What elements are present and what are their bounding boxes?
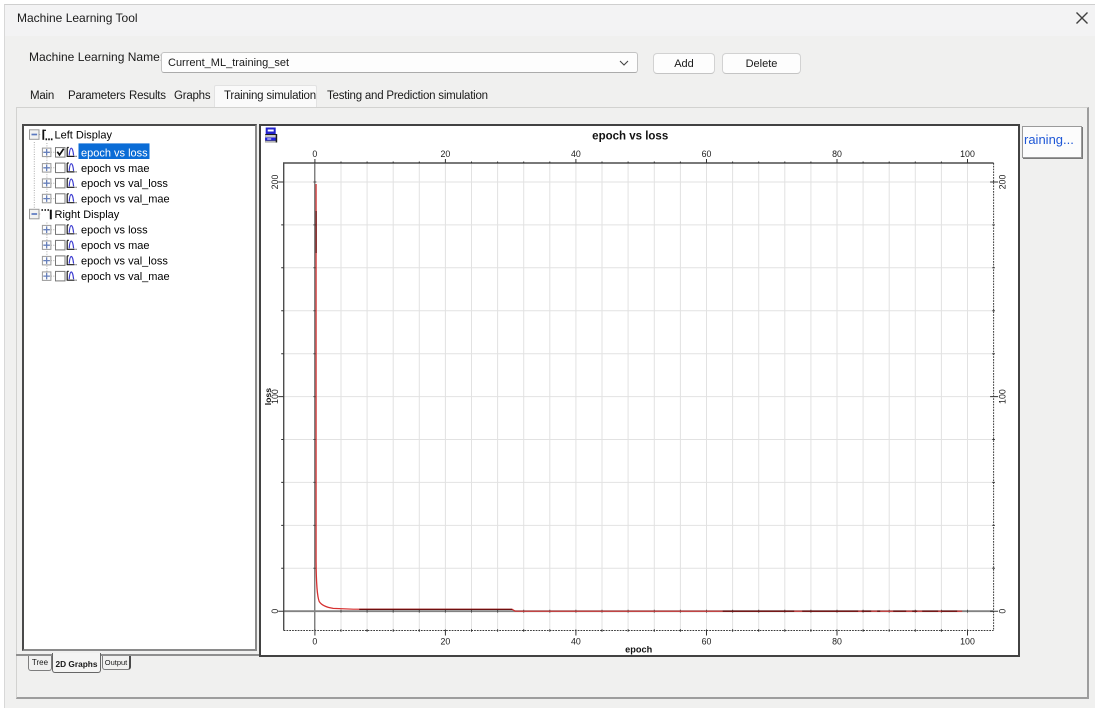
svg-text:0: 0 <box>997 609 1007 614</box>
svg-text:100: 100 <box>997 389 1007 404</box>
svg-text:epoch vs mae: epoch vs mae <box>81 240 149 252</box>
svg-text:60: 60 <box>701 637 711 647</box>
svg-text:60: 60 <box>701 149 711 159</box>
svg-text:epoch vs val_loss: epoch vs val_loss <box>81 256 168 268</box>
svg-text:epoch vs loss: epoch vs loss <box>592 131 668 143</box>
svg-text:0: 0 <box>270 609 280 614</box>
svg-text:loss: loss <box>263 388 273 406</box>
svg-text:epoch: epoch <box>625 645 652 655</box>
svg-text:0: 0 <box>312 637 317 647</box>
svg-text:0: 0 <box>312 149 317 159</box>
svg-text:100: 100 <box>960 637 975 647</box>
svg-text:epoch vs loss: epoch vs loss <box>81 147 148 159</box>
svg-text:epoch vs loss: epoch vs loss <box>81 225 148 237</box>
svg-text:40: 40 <box>571 637 581 647</box>
svg-text:epoch vs val_mae: epoch vs val_mae <box>81 271 170 283</box>
svg-text:80: 80 <box>832 149 842 159</box>
svg-text:200: 200 <box>997 175 1007 190</box>
svg-text:epoch vs mae: epoch vs mae <box>81 163 149 175</box>
svg-text:epoch vs val_mae: epoch vs val_mae <box>81 194 170 206</box>
svg-text:40: 40 <box>571 149 581 159</box>
svg-text:80: 80 <box>832 637 842 647</box>
svg-text:epoch vs val_loss: epoch vs val_loss <box>81 178 168 190</box>
svg-text:Left Display: Left Display <box>55 130 113 142</box>
svg-text:100: 100 <box>960 149 975 159</box>
svg-text:20: 20 <box>440 637 450 647</box>
svg-text:200: 200 <box>270 175 280 190</box>
svg-text:20: 20 <box>440 149 450 159</box>
svg-text:Right Display: Right Display <box>55 209 120 221</box>
